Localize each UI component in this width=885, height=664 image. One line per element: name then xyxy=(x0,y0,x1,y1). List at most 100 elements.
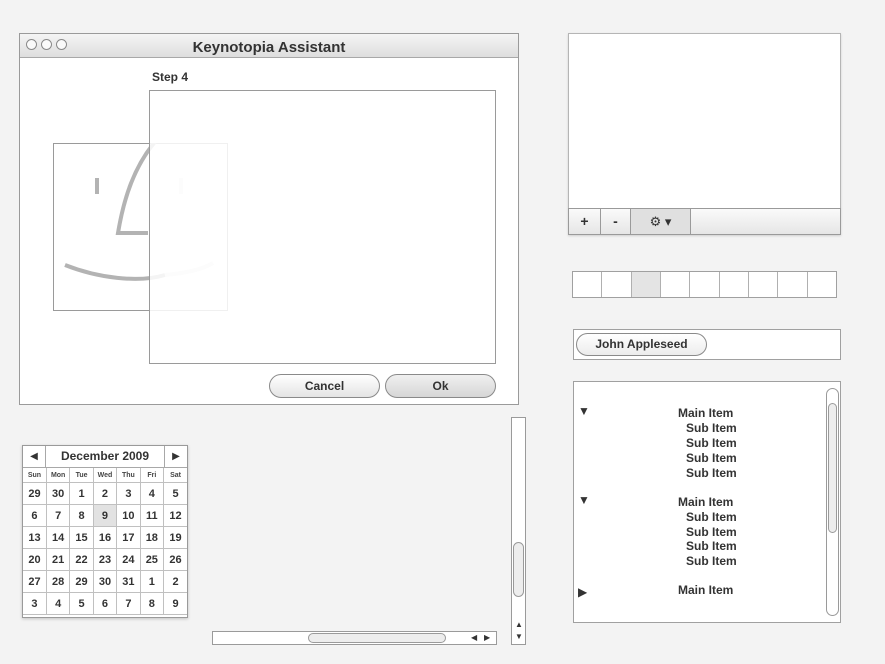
calendar-day[interactable]: 4 xyxy=(45,592,71,615)
calendar-day[interactable]: 24 xyxy=(116,548,141,571)
segment[interactable] xyxy=(749,272,779,297)
previous-month-arrow-icon[interactable]: ◀ xyxy=(23,446,45,467)
outline-main-item[interactable]: Main Item xyxy=(678,583,733,598)
segment[interactable] xyxy=(690,272,720,297)
calendar-day[interactable]: 4 xyxy=(139,482,165,505)
calendar-grid: Sun Mon Tue Wed Thu Fri Sat 29 30 1 2 3 … xyxy=(23,468,187,615)
calendar-day[interactable]: 11 xyxy=(139,504,165,527)
outline-sub-item[interactable]: Sub Item xyxy=(686,466,737,481)
outline-sub-item[interactable]: Sub Item xyxy=(686,421,737,436)
list-toolbar: + - ⚙ ▾ xyxy=(568,208,841,235)
segment[interactable] xyxy=(602,272,632,297)
calendar-day[interactable]: 12 xyxy=(163,504,187,527)
window-title: Keynotopia Assistant xyxy=(192,39,346,56)
segment-selected[interactable] xyxy=(631,272,661,297)
calendar-day[interactable]: 13 xyxy=(23,526,47,549)
outline-sub-item[interactable]: Sub Item xyxy=(686,554,737,569)
scroll-left-arrow-icon[interactable]: ◀ xyxy=(471,632,477,644)
calendar-day[interactable]: 25 xyxy=(139,548,165,571)
outline-scroll-thumb[interactable] xyxy=(828,403,837,533)
calendar: ◀ December 2009 ▶ Sun Mon Tue Wed Thu Fr… xyxy=(22,445,188,618)
title-bar[interactable]: Keynotopia Assistant xyxy=(20,34,518,58)
calendar-day[interactable]: 29 xyxy=(23,482,47,505)
calendar-day[interactable]: 16 xyxy=(92,526,118,549)
segment[interactable] xyxy=(808,272,836,297)
calendar-day[interactable]: 6 xyxy=(92,592,118,615)
calendar-day[interactable]: 5 xyxy=(69,592,94,615)
outline-sub-item[interactable]: Sub Item xyxy=(686,451,737,466)
calendar-day[interactable]: 7 xyxy=(45,504,71,527)
calendar-day[interactable]: 6 xyxy=(23,504,47,527)
segmented-control xyxy=(572,271,837,298)
segment[interactable] xyxy=(573,272,603,297)
calendar-day[interactable]: 1 xyxy=(69,482,94,505)
segment[interactable] xyxy=(661,272,691,297)
disclosure-triangle-down-icon[interactable]: ▼ xyxy=(578,404,590,418)
scroll-right-arrow-icon[interactable]: ▶ xyxy=(484,632,490,644)
calendar-day[interactable]: 20 xyxy=(23,548,47,571)
outline-sub-item[interactable]: Sub Item xyxy=(686,525,737,540)
calendar-day[interactable]: 8 xyxy=(69,504,94,527)
calendar-header: ◀ December 2009 ▶ xyxy=(23,446,187,468)
list-view[interactable]: + - ⚙ ▾ xyxy=(568,33,841,235)
vertical-scroll-thumb[interactable] xyxy=(513,542,524,597)
outline-sub-item[interactable]: Sub Item xyxy=(686,539,737,554)
calendar-day[interactable]: 27 xyxy=(23,570,47,593)
assistant-window: Keynotopia Assistant Step 4 Cancel Ok xyxy=(19,33,519,405)
add-button[interactable]: + xyxy=(569,209,601,234)
calendar-day[interactable]: 2 xyxy=(92,482,118,505)
calendar-day[interactable]: 9 xyxy=(163,592,187,615)
outline-main-item[interactable]: Main Item xyxy=(678,406,733,421)
calendar-day[interactable]: 8 xyxy=(139,592,165,615)
horizontal-scroll-thumb[interactable] xyxy=(308,633,446,643)
calendar-day[interactable]: 30 xyxy=(45,482,71,505)
outline-scrollbar[interactable] xyxy=(826,388,839,616)
calendar-day[interactable]: 22 xyxy=(69,548,94,571)
segment[interactable] xyxy=(720,272,749,297)
next-month-arrow-icon[interactable]: ▶ xyxy=(165,446,187,467)
weekday-label: Fri xyxy=(139,468,165,483)
calendar-day[interactable]: 18 xyxy=(139,526,165,549)
calendar-day[interactable]: 28 xyxy=(45,570,71,593)
calendar-day-selected[interactable]: 9 xyxy=(92,504,118,527)
calendar-month-title: December 2009 xyxy=(45,446,165,467)
remove-button[interactable]: - xyxy=(601,209,631,234)
calendar-day[interactable]: 5 xyxy=(163,482,187,505)
scroll-down-arrow-icon[interactable]: ▼ xyxy=(515,631,523,643)
weekday-label: Wed xyxy=(92,468,118,483)
calendar-day[interactable]: 1 xyxy=(139,570,165,593)
scroll-up-arrow-icon[interactable]: ▲ xyxy=(515,619,523,631)
weekday-label: Sun xyxy=(23,468,47,483)
weekday-label: Thu xyxy=(116,468,141,483)
horizontal-scrollbar[interactable]: ◀ ▶ xyxy=(212,631,497,645)
weekday-label: Mon xyxy=(45,468,71,483)
cancel-button[interactable]: Cancel xyxy=(269,374,380,398)
calendar-day[interactable]: 23 xyxy=(92,548,118,571)
calendar-day[interactable]: 29 xyxy=(69,570,94,593)
outline-sub-item[interactable]: Sub Item xyxy=(686,510,737,525)
calendar-day[interactable]: 31 xyxy=(116,570,141,593)
calendar-day[interactable]: 3 xyxy=(116,482,141,505)
calendar-day[interactable]: 19 xyxy=(163,526,187,549)
ok-button[interactable]: Ok xyxy=(385,374,496,398)
disclosure-triangle-right-icon[interactable]: ▶ xyxy=(578,585,587,599)
calendar-day[interactable]: 2 xyxy=(163,570,187,593)
outline-sub-item[interactable]: Sub Item xyxy=(686,436,737,451)
calendar-day[interactable]: 26 xyxy=(163,548,187,571)
calendar-day[interactable]: 7 xyxy=(116,592,141,615)
calendar-day[interactable]: 3 xyxy=(23,592,47,615)
segment[interactable] xyxy=(778,272,808,297)
vertical-scrollbar[interactable]: ▲ ▼ xyxy=(511,417,526,645)
calendar-day[interactable]: 17 xyxy=(116,526,141,549)
content-panel xyxy=(149,90,496,364)
calendar-day[interactable]: 15 xyxy=(69,526,94,549)
disclosure-triangle-down-icon[interactable]: ▼ xyxy=(578,493,590,507)
outline-main-item[interactable]: Main Item xyxy=(678,495,733,510)
calendar-day[interactable]: 14 xyxy=(45,526,71,549)
calendar-day[interactable]: 30 xyxy=(92,570,118,593)
token-field[interactable]: John Appleseed xyxy=(573,329,841,360)
token-john-appleseed[interactable]: John Appleseed xyxy=(576,333,707,356)
gear-icon[interactable]: ⚙ ▾ xyxy=(631,209,691,234)
calendar-day[interactable]: 21 xyxy=(45,548,71,571)
calendar-day[interactable]: 10 xyxy=(116,504,141,527)
